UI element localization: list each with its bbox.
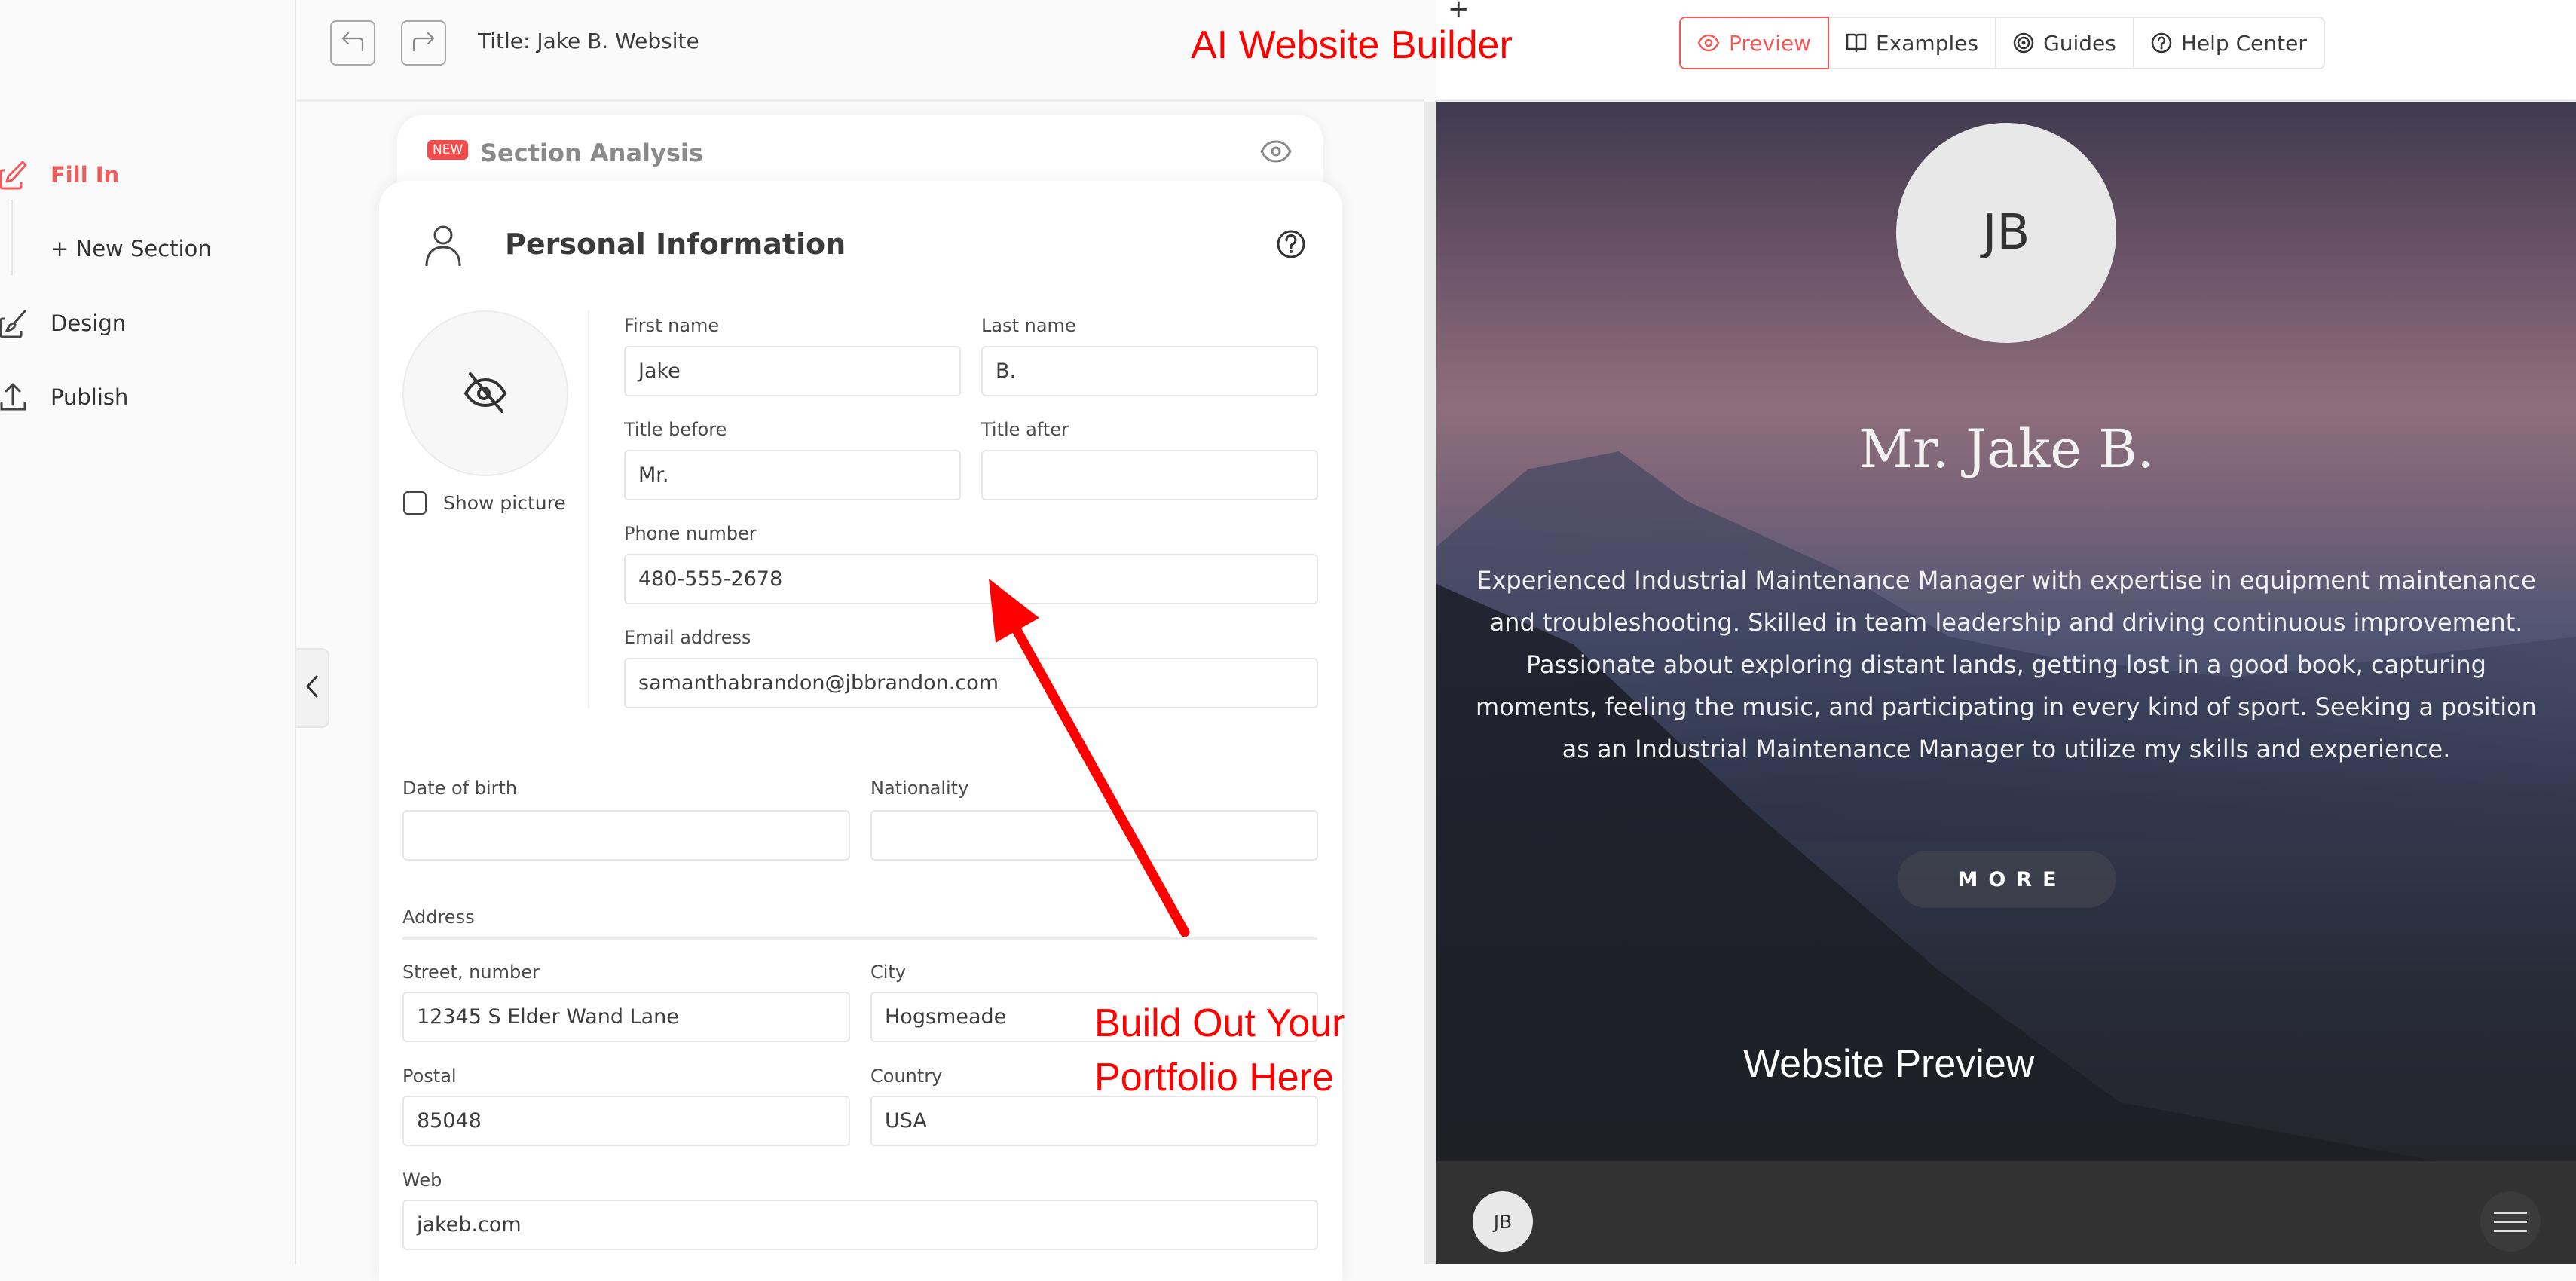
annotation-build-line1: Build Out Your	[1094, 1001, 1345, 1045]
view-tabs: Preview Examples Guides Help Center	[1679, 17, 2325, 69]
email-label: Email address	[624, 627, 751, 648]
undo-arrow-icon	[340, 31, 366, 55]
site-avatar: JB	[1896, 123, 2116, 343]
menu-icon-bar	[2494, 1211, 2527, 1214]
nav-label: Design	[50, 310, 127, 336]
nav-item-fill-in[interactable]: Fill In	[0, 156, 119, 194]
street-label: Street, number	[402, 962, 540, 983]
help-circle-icon	[2151, 32, 2172, 54]
city-label: City	[870, 962, 907, 983]
dob-input[interactable]	[402, 810, 850, 861]
show-picture-label: Show picture	[443, 492, 566, 514]
vertical-divider	[588, 310, 589, 708]
nav-item-publish[interactable]: Publish	[0, 378, 128, 416]
editor-scrollbar[interactable]	[1424, 102, 1436, 1264]
show-picture-checkbox[interactable]: Show picture	[403, 491, 566, 515]
left-navigation: Fill In + New Section Design Publish	[0, 0, 296, 1264]
tab-examples[interactable]: Examples	[1829, 18, 1997, 68]
web-label: Web	[402, 1169, 442, 1191]
nav-label: Publish	[50, 384, 129, 410]
address-divider	[402, 937, 1317, 940]
plus-icon: +	[1448, 0, 1470, 24]
footer-avatar[interactable]: JB	[1473, 1191, 1533, 1252]
redo-arrow-icon	[411, 31, 436, 55]
tab-help-center[interactable]: Help Center	[2134, 18, 2324, 68]
postal-label: Postal	[402, 1065, 457, 1087]
new-badge: NEW	[427, 140, 469, 160]
hamburger-menu-button[interactable]	[2480, 1191, 2541, 1252]
site-footer: JB	[1436, 1161, 2576, 1264]
tab-label: Preview	[1729, 30, 1811, 56]
title-before-label: Title before	[624, 419, 727, 440]
last-name-input[interactable]: B.	[981, 346, 1318, 396]
annotation-website-preview: Website Preview	[1743, 1042, 2035, 1086]
dob-label: Date of birth	[402, 778, 518, 799]
help-circle-icon[interactable]	[1276, 229, 1306, 262]
person-icon	[424, 225, 462, 270]
eye-icon[interactable]	[1260, 140, 1292, 166]
nav-tree-line	[11, 200, 13, 275]
tab-label: Examples	[1876, 30, 1979, 56]
nav-item-design[interactable]: Design	[0, 304, 126, 342]
street-input[interactable]: 12345 S Elder Wand Lane	[402, 992, 850, 1042]
country-label: Country	[870, 1065, 943, 1087]
nav-item-new-section[interactable]: + New Section	[50, 236, 212, 261]
web-input[interactable]: jakeb.com	[402, 1200, 1318, 1250]
site-bio: Experienced Industrial Maintenance Manag…	[1476, 566, 2537, 763]
title-after-label: Title after	[981, 419, 1069, 440]
phone-label: Phone number	[624, 523, 757, 544]
redo-button[interactable]	[401, 20, 446, 66]
section-analysis-title: Section Analysis	[480, 139, 703, 167]
more-button[interactable]: MORE	[1898, 851, 2116, 908]
section-title: Personal Information	[505, 228, 846, 261]
nationality-input[interactable]	[870, 810, 1318, 861]
upload-icon	[0, 382, 27, 412]
email-input[interactable]: samanthabrandon@jbbrandon.com	[624, 658, 1318, 708]
last-name-label: Last name	[981, 315, 1076, 336]
site-name: Mr. Jake B.	[1859, 418, 2154, 480]
profile-picture-placeholder[interactable]	[402, 310, 568, 476]
preview-header: Preview Examples Guides Help Center	[1436, 0, 2576, 102]
eye-icon	[1697, 34, 1720, 52]
collapse-sidebar-button[interactable]	[296, 648, 329, 728]
tab-preview[interactable]: Preview	[1679, 17, 1829, 69]
tab-label: Guides	[2043, 30, 2116, 56]
nav-label: Fill In	[50, 162, 120, 188]
website-preview: JB Mr. Jake B. Experienced Industrial Ma…	[1436, 102, 2576, 1264]
country-input[interactable]: USA	[870, 1096, 1318, 1146]
brush-square-icon	[0, 308, 27, 338]
postal-input[interactable]: 85048	[402, 1096, 850, 1146]
first-name-input[interactable]: Jake	[624, 346, 961, 396]
book-icon	[1846, 32, 1867, 54]
chevron-left-icon	[305, 674, 319, 702]
address-heading: Address	[402, 906, 475, 928]
tab-guides[interactable]: Guides	[1996, 18, 2134, 68]
title-after-input[interactable]	[981, 450, 1318, 500]
undo-button[interactable]	[330, 20, 375, 66]
title-before-input[interactable]: Mr.	[624, 450, 961, 500]
menu-icon-bar	[2494, 1220, 2527, 1223]
menu-icon-bar	[2494, 1229, 2527, 1232]
checkbox-box[interactable]	[403, 491, 427, 515]
personal-information-card: Personal Information Show picture First …	[379, 181, 1342, 1281]
phone-input[interactable]: 480-555-2678	[624, 554, 1318, 604]
annotation-heading: AI Website Builder	[1191, 23, 1513, 67]
annotation-build-line2: Portfolio Here	[1094, 1056, 1334, 1099]
tab-label: Help Center	[2180, 30, 2307, 56]
pencil-square-icon	[0, 160, 27, 190]
eye-off-icon	[461, 368, 509, 419]
first-name-label: First name	[624, 315, 720, 336]
target-icon	[2013, 32, 2034, 54]
document-title[interactable]: Title: Jake B. Website	[478, 29, 699, 54]
nationality-label: Nationality	[870, 778, 969, 799]
